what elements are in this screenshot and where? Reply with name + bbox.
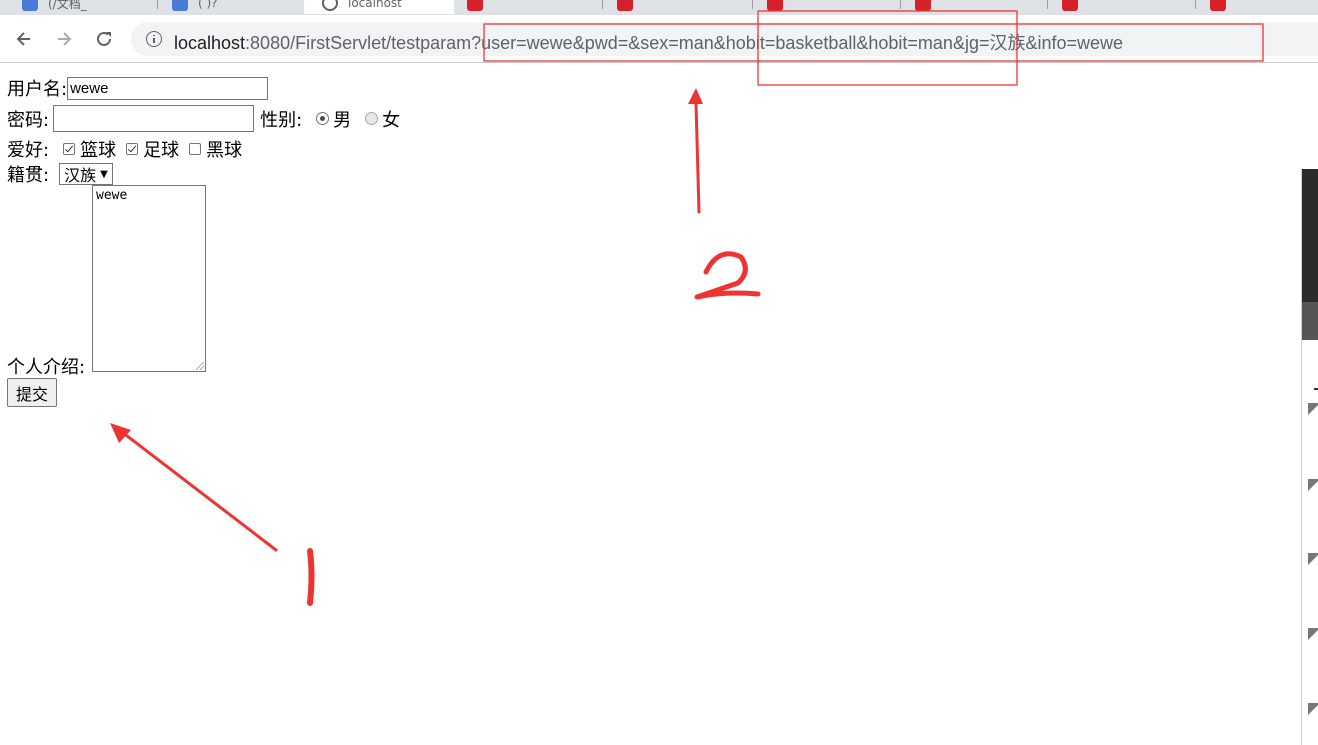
hobby-basketball-label: 篮球: [80, 140, 117, 161]
intro-textarea[interactable]: wewe: [92, 185, 206, 372]
intro-row: 个人介绍:: [7, 353, 85, 379]
address-bar[interactable]: localhost:8080/FirstServlet/testparam?us…: [131, 22, 1318, 56]
tab-2[interactable]: ( )?: [172, 0, 297, 14]
csdn-icon: [767, 0, 783, 11]
expand-triangle-icon[interactable]: [1308, 703, 1318, 715]
password-row: 密码: 性别: 男 女: [7, 105, 400, 132]
expand-triangle-icon[interactable]: [1308, 628, 1318, 640]
tab-4[interactable]: [467, 0, 597, 14]
expand-triangle-icon[interactable]: [1308, 479, 1318, 491]
tab-9[interactable]: [1210, 0, 1318, 14]
resize-handle-icon[interactable]: [196, 362, 204, 370]
back-button[interactable]: [8, 23, 40, 55]
hobby-label: 爱好:: [7, 140, 50, 161]
hobby-black-label: 黑球: [206, 140, 243, 161]
origin-row: 籍贯: 汉族 ▼: [7, 161, 113, 187]
forward-button[interactable]: [48, 23, 80, 55]
tab-5[interactable]: [617, 0, 747, 14]
gender-male-label: 男: [333, 109, 352, 131]
origin-label: 籍贯:: [7, 165, 50, 186]
divider: [1314, 388, 1318, 390]
hobby-football-checkbox[interactable]: [126, 143, 139, 155]
tab-8[interactable]: [1062, 0, 1192, 14]
page-icon: [172, 0, 188, 11]
tab-6[interactable]: [767, 0, 897, 14]
submit-button[interactable]: 提交: [7, 378, 58, 407]
gender-label: 性别:: [260, 109, 303, 131]
info-circle-icon: [322, 0, 338, 11]
hobby-row: 爱好: 篮球 足球 黑球: [7, 136, 242, 162]
password-label: 密码:: [7, 109, 50, 131]
expand-triangle-icon[interactable]: [1308, 403, 1318, 415]
origin-selected-value: 汉族: [64, 166, 97, 185]
gender-female-radio[interactable]: [365, 112, 379, 125]
username-row: 用户名:: [7, 75, 269, 101]
tab-title: ( )?: [198, 0, 218, 10]
intro-text: wewe: [96, 188, 128, 203]
side-panel-header: [1302, 169, 1318, 302]
url-host: localhost: [174, 33, 246, 53]
gender-male-radio[interactable]: [316, 112, 330, 125]
password-input[interactable]: [53, 105, 255, 132]
csdn-icon: [1062, 0, 1078, 11]
page-icon: [22, 0, 38, 11]
tab-strip: (/文档_ ( )? localhost: [0, 0, 1318, 15]
tab-title: (/文档_: [48, 0, 87, 11]
browser-toolbar: localhost:8080/FirstServlet/testparam?us…: [0, 15, 1318, 63]
tab-7[interactable]: [915, 0, 1045, 14]
arrow-right-icon: [58, 32, 72, 46]
reload-button[interactable]: [88, 23, 120, 55]
origin-select[interactable]: 汉族 ▼: [59, 163, 113, 185]
tab-title: localhost: [348, 0, 402, 10]
url-text[interactable]: localhost:8080/FirstServlet/testparam?us…: [174, 29, 1123, 55]
username-input[interactable]: [67, 76, 269, 100]
hobby-basketball-checkbox[interactable]: [63, 143, 76, 155]
tab-1[interactable]: (/文档_: [22, 0, 152, 14]
reload-icon: [97, 31, 111, 46]
hobby-black-checkbox[interactable]: [189, 143, 202, 155]
url-path: :8080/FirstServlet/testparam?user=wewe&p…: [245, 33, 1124, 53]
username-label: 用户名:: [7, 79, 68, 100]
gender-female-label: 女: [382, 109, 401, 131]
side-panel-bar: [1302, 302, 1318, 340]
page-content: 用户名: 密码: 性别: 男 女 爱好: 篮球 足球 黑球 籍贯: 汉族: [0, 63, 1300, 745]
csdn-icon: [617, 0, 633, 11]
intro-label: 个人介绍:: [7, 357, 86, 378]
csdn-icon: [1210, 0, 1226, 11]
csdn-icon: [915, 0, 931, 11]
expand-triangle-icon[interactable]: [1308, 553, 1318, 565]
info-icon[interactable]: [146, 31, 162, 47]
csdn-icon: [467, 0, 483, 11]
tab-active[interactable]: localhost: [304, 0, 454, 14]
hobby-football-label: 足球: [143, 140, 180, 161]
side-panel: [1301, 169, 1318, 745]
dropdown-arrow-icon: ▼: [100, 168, 108, 180]
arrow-left-icon: [16, 32, 30, 46]
